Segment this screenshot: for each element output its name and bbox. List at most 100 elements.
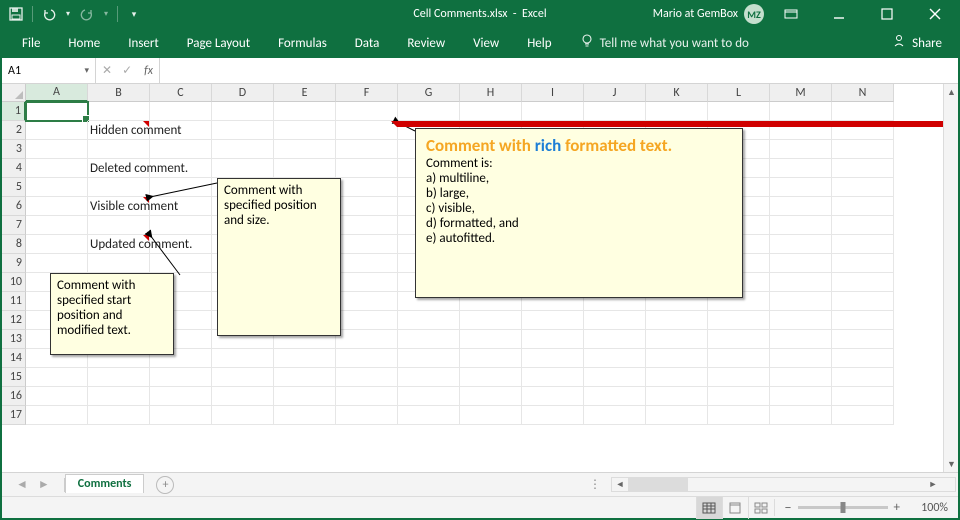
row-12[interactable]: 12: [2, 311, 26, 330]
col-L[interactable]: L: [708, 84, 770, 102]
share-button[interactable]: Share: [892, 34, 952, 52]
redo-icon[interactable]: [77, 4, 97, 24]
cell-B6[interactable]: Visible comment: [88, 197, 150, 216]
add-sheet-button[interactable]: +: [156, 476, 174, 494]
col-I[interactable]: I: [522, 84, 584, 102]
row-11[interactable]: 11: [2, 292, 26, 311]
undo-icon[interactable]: [39, 4, 59, 24]
save-icon[interactable]: [6, 4, 26, 24]
tab-home[interactable]: Home: [54, 28, 114, 58]
col-F[interactable]: F: [336, 84, 398, 102]
row-6[interactable]: 6: [2, 197, 26, 216]
row-headers: 1 2 3 4 5 6 7 8 9 10 11 12 13 14 15 16 1…: [2, 102, 26, 425]
col-K[interactable]: K: [646, 84, 708, 102]
check-icon[interactable]: ✓: [122, 63, 132, 78]
rich-comment-title: Comment with rich formatted text.: [426, 135, 732, 156]
tell-me[interactable]: Tell me what you want to do: [572, 34, 757, 52]
status-bar: − + 100%: [2, 496, 958, 518]
zoom-out-icon[interactable]: −: [785, 499, 792, 516]
scroll-up-icon[interactable]: ▲: [944, 84, 958, 100]
undo-dropdown-icon[interactable]: ▾: [63, 4, 73, 24]
scroll-down-icon[interactable]: ▼: [944, 456, 958, 472]
worksheet-area: A B C D E F G H I J K L M N 1 2 3 4 5: [2, 84, 958, 472]
sheet-nav-next-icon[interactable]: ►: [38, 477, 50, 492]
scroll-right-icon[interactable]: ►: [925, 479, 941, 490]
scroll-left-icon[interactable]: ◄: [612, 479, 628, 490]
comment-box-updated[interactable]: Comment with specified start position an…: [50, 273, 174, 355]
cell-B2[interactable]: Hidden comment: [88, 121, 150, 140]
hscroll-end: [941, 477, 956, 492]
close-icon[interactable]: [914, 0, 956, 28]
tab-help[interactable]: Help: [513, 28, 565, 58]
row-14[interactable]: 14: [2, 349, 26, 368]
cell-B8[interactable]: Updated comment.: [88, 235, 150, 254]
row-3[interactable]: 3: [2, 140, 26, 159]
zoom-percent[interactable]: 100%: [906, 501, 948, 515]
row-4[interactable]: 4: [2, 159, 26, 178]
maximize-icon[interactable]: [866, 0, 908, 28]
ribbon-collapse-icon[interactable]: [770, 0, 812, 28]
row-15[interactable]: 15: [2, 368, 26, 387]
row-1[interactable]: 1: [2, 102, 26, 121]
account-name[interactable]: Mario at GemBox: [653, 7, 738, 21]
tab-formulas[interactable]: Formulas: [264, 28, 341, 58]
view-pagebreak-icon[interactable]: [748, 497, 774, 519]
row-5[interactable]: 5: [2, 178, 26, 197]
redo-dropdown-icon[interactable]: ▾: [101, 4, 111, 24]
name-box[interactable]: A1 ▾: [2, 58, 96, 83]
col-A[interactable]: A: [26, 84, 88, 102]
tab-page-layout[interactable]: Page Layout: [173, 28, 264, 58]
col-G[interactable]: G: [398, 84, 460, 102]
row-16[interactable]: 16: [2, 387, 26, 406]
row-17[interactable]: 17: [2, 406, 26, 425]
col-E[interactable]: E: [274, 84, 336, 102]
horizontal-scrollbar[interactable]: ◄ ►: [611, 477, 941, 492]
avatar[interactable]: MZ: [744, 4, 764, 24]
tab-file[interactable]: File: [8, 28, 54, 58]
row-7[interactable]: 7: [2, 216, 26, 235]
tab-insert[interactable]: Insert: [114, 28, 173, 58]
view-pagelayout-icon[interactable]: [722, 497, 748, 519]
row-2[interactable]: 2: [2, 121, 26, 140]
col-N[interactable]: N: [832, 84, 894, 102]
row-8[interactable]: 8: [2, 235, 26, 254]
vertical-scrollbar[interactable]: ▲ ▼: [943, 84, 958, 472]
comment-indicator-icon: [391, 121, 958, 127]
sheet-tab-comments[interactable]: Comments: [65, 474, 145, 493]
col-D[interactable]: D: [212, 84, 274, 102]
col-H[interactable]: H: [460, 84, 522, 102]
col-C[interactable]: C: [150, 84, 212, 102]
cell-B4[interactable]: Deleted comment.: [88, 159, 150, 178]
formula-bar: A1 ▾ ✕ ✓ fx: [2, 58, 958, 84]
tab-data[interactable]: Data: [341, 28, 394, 58]
minimize-icon[interactable]: [818, 0, 860, 28]
title-bar: ▾ ▾ ▾ Cell Comments.xlsx - Excel Mario a…: [0, 0, 960, 28]
hscroll-thumb[interactable]: [628, 478, 688, 491]
view-normal-icon[interactable]: [696, 497, 722, 519]
col-B[interactable]: B: [88, 84, 150, 102]
sheet-tab-strip: ◄ ► Comments + ⋮ ◄ ►: [2, 472, 958, 496]
name-box-dropdown-icon[interactable]: ▾: [84, 65, 89, 76]
tab-review[interactable]: Review: [393, 28, 459, 58]
comment-indicator-icon: [143, 121, 149, 127]
comment-indicator-icon: [143, 235, 149, 241]
comment-box-visible[interactable]: Comment with specified position and size…: [217, 178, 341, 336]
zoom-slider[interactable]: [798, 506, 888, 509]
row-13[interactable]: 13: [2, 330, 26, 349]
tab-view[interactable]: View: [459, 28, 513, 58]
col-J[interactable]: J: [584, 84, 646, 102]
col-M[interactable]: M: [770, 84, 832, 102]
qat-customize-icon[interactable]: ▾: [124, 4, 144, 24]
cancel-icon[interactable]: ✕: [102, 63, 112, 78]
row-9[interactable]: 9: [2, 254, 26, 273]
cell-A1[interactable]: [26, 102, 88, 121]
row-10[interactable]: 10: [2, 273, 26, 292]
fx-icon[interactable]: fx: [142, 64, 153, 78]
select-all-corner[interactable]: [2, 84, 26, 102]
sheet-nav-prev-icon[interactable]: ◄: [16, 477, 28, 492]
zoom-in-icon[interactable]: +: [894, 500, 900, 515]
comment-box-rich[interactable]: Comment with rich formatted text. Commen…: [415, 128, 743, 298]
formula-input[interactable]: [160, 58, 958, 83]
quick-access-toolbar: ▾ ▾ ▾: [0, 4, 144, 24]
tab-split-icon[interactable]: ⋮: [579, 477, 611, 492]
